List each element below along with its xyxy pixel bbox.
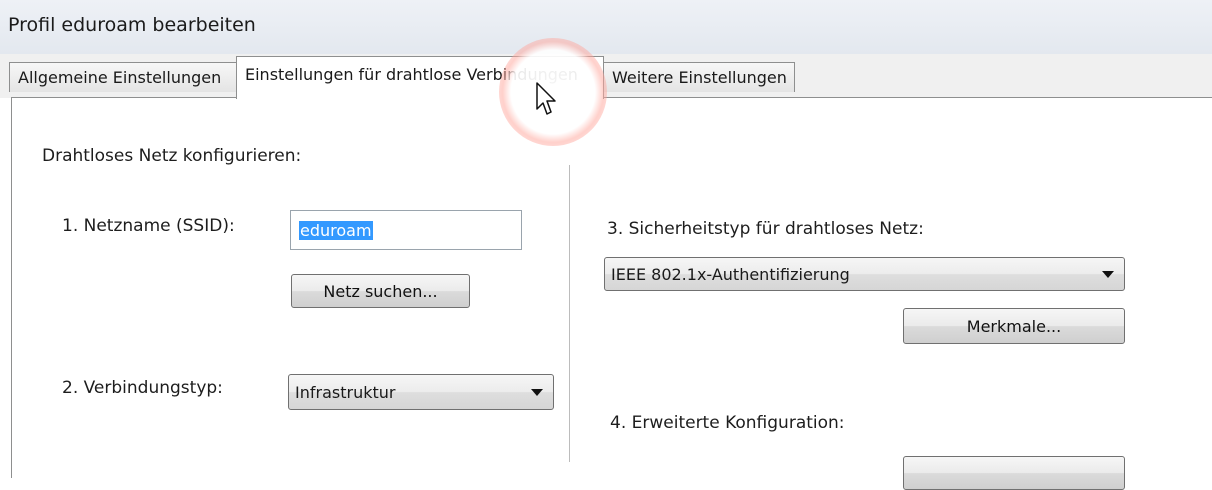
advanced-config-label: 4. Erweiterte Konfiguration:: [610, 413, 845, 433]
advanced-button[interactable]: [903, 456, 1125, 490]
connection-type-select[interactable]: Infrastruktur: [288, 374, 554, 410]
column-separator: [569, 165, 570, 462]
ssid-input[interactable]: eduroam: [290, 210, 522, 250]
tab-strip: Allgemeine Einstellungen Einstellungen f…: [0, 54, 1212, 99]
connection-type-label: 2. Verbindungstyp:: [62, 378, 223, 398]
window-title: Profil eduroam bearbeiten: [8, 14, 256, 36]
search-network-button[interactable]: Netz suchen...: [291, 274, 470, 308]
security-type-select[interactable]: IEEE 802.1x-Authentifizierung: [604, 257, 1125, 291]
tab-more-settings[interactable]: Weitere Einstellungen: [603, 62, 795, 92]
window-titlebar: Profil eduroam bearbeiten: [0, 0, 1212, 54]
connection-type-value: Infrastruktur: [295, 382, 396, 402]
chevron-down-icon: [1102, 271, 1114, 278]
ssid-label: 1. Netzname (SSID):: [62, 216, 235, 236]
chevron-down-icon: [531, 389, 543, 396]
ssid-input-value: eduroam: [299, 220, 373, 240]
wireless-config-heading: Drahtloses Netz konfigurieren:: [42, 146, 302, 166]
arrow-pointer-icon: [536, 82, 556, 115]
security-type-label: 3. Sicherheitstyp für drahtloses Netz:: [607, 219, 924, 239]
tab-general-settings[interactable]: Allgemeine Einstellungen: [9, 62, 237, 92]
security-type-value: IEEE 802.1x-Authentifizierung: [611, 264, 850, 284]
properties-button[interactable]: Merkmale...: [903, 308, 1125, 344]
